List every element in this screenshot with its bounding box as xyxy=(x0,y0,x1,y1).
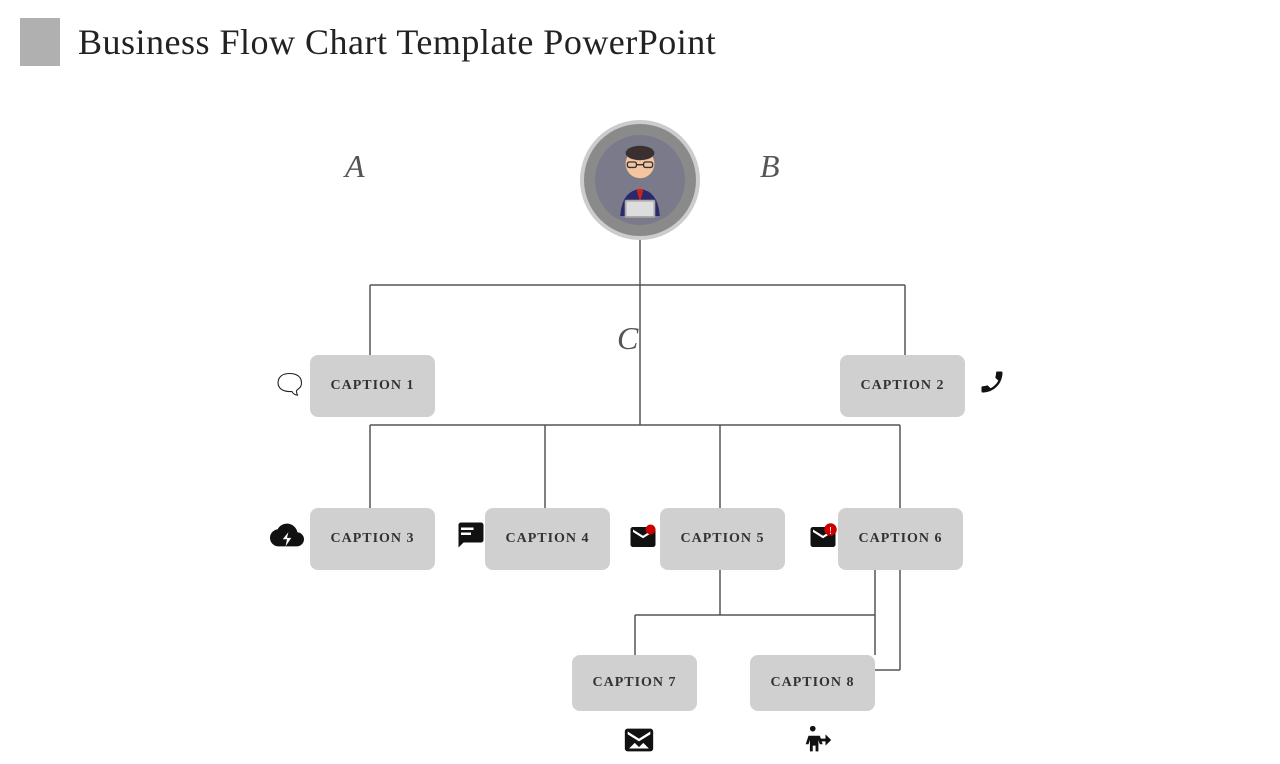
caption-4-text: CAPTION 4 xyxy=(505,531,589,547)
caption-1-box: CAPTION 1 xyxy=(310,355,435,417)
phone-icon xyxy=(978,368,1006,404)
chat2-icon xyxy=(456,520,486,557)
svg-text:!: ! xyxy=(829,526,832,537)
chat-icon: 🗨 xyxy=(272,368,308,402)
caption-2-box: CAPTION 2 xyxy=(840,355,965,417)
caption-7-text: CAPTION 7 xyxy=(592,675,676,691)
caption-6-box: CAPTION 6 xyxy=(838,508,963,570)
label-b: B xyxy=(760,148,780,185)
email-icon xyxy=(628,522,658,559)
header: Business Flow Chart Template PowerPoint xyxy=(0,0,1280,66)
caption-3-text: CAPTION 3 xyxy=(330,531,414,547)
email2-icon: ! xyxy=(808,522,838,559)
label-c: C xyxy=(617,320,638,357)
header-accent xyxy=(20,18,60,66)
chart-area: A B C CAPTION 1 CAPTION 2 CAPTION 3 CAPT… xyxy=(0,90,1280,720)
caption-2-text: CAPTION 2 xyxy=(860,378,944,394)
direction-icon xyxy=(800,723,834,764)
cloud-icon xyxy=(270,518,304,560)
caption-5-box: CAPTION 5 xyxy=(660,508,785,570)
label-a: A xyxy=(345,148,365,185)
caption-5-text: CAPTION 5 xyxy=(680,531,764,547)
caption-8-text: CAPTION 8 xyxy=(770,675,854,691)
caption-8-box: CAPTION 8 xyxy=(750,655,875,711)
person-icon xyxy=(595,135,685,225)
avatar xyxy=(580,120,700,240)
caption-7-box: CAPTION 7 xyxy=(572,655,697,711)
email3-icon xyxy=(622,723,656,764)
caption-3-box: CAPTION 3 xyxy=(310,508,435,570)
caption-4-box: CAPTION 4 xyxy=(485,508,610,570)
caption-1-text: CAPTION 1 xyxy=(330,378,414,394)
page-title: Business Flow Chart Template PowerPoint xyxy=(78,21,716,63)
caption-6-text: CAPTION 6 xyxy=(858,531,942,547)
